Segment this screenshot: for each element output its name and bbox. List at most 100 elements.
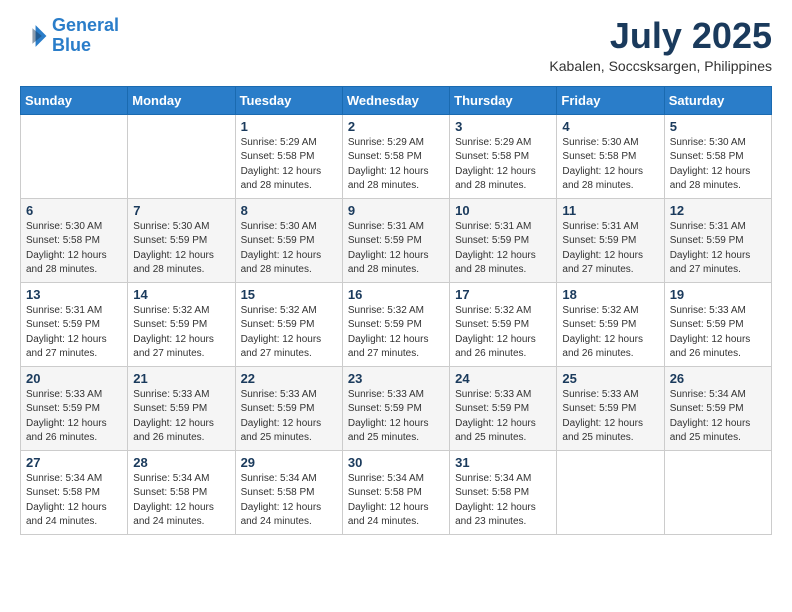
logo-icon <box>20 22 48 50</box>
weekday-header-thursday: Thursday <box>450 86 557 114</box>
calendar-table: SundayMondayTuesdayWednesdayThursdayFrid… <box>20 86 772 535</box>
day-info: Sunrise: 5:30 AMSunset: 5:58 PMDaylight:… <box>562 136 658 194</box>
calendar-cell: 6 Sunrise: 5:30 AMSunset: 5:58 PMDayligh… <box>21 198 128 282</box>
weekday-header-saturday: Saturday <box>664 86 771 114</box>
day-number: 24 <box>455 371 551 386</box>
logo: General Blue <box>20 16 119 56</box>
calendar-cell: 1 Sunrise: 5:29 AMSunset: 5:58 PMDayligh… <box>235 114 342 198</box>
day-info: Sunrise: 5:32 AMSunset: 5:59 PMDaylight:… <box>241 304 337 362</box>
calendar-cell: 21 Sunrise: 5:33 AMSunset: 5:59 PMDaylig… <box>128 366 235 450</box>
day-number: 23 <box>348 371 444 386</box>
day-info: Sunrise: 5:33 AMSunset: 5:59 PMDaylight:… <box>26 388 122 446</box>
day-info: Sunrise: 5:33 AMSunset: 5:59 PMDaylight:… <box>241 388 337 446</box>
day-number: 16 <box>348 287 444 302</box>
calendar-cell: 19 Sunrise: 5:33 AMSunset: 5:59 PMDaylig… <box>664 282 771 366</box>
day-number: 7 <box>133 203 229 218</box>
title-block: July 2025 Kabalen, Soccsksargen, Philipp… <box>549 16 772 74</box>
day-number: 21 <box>133 371 229 386</box>
day-info: Sunrise: 5:29 AMSunset: 5:58 PMDaylight:… <box>348 136 444 194</box>
calendar-cell: 25 Sunrise: 5:33 AMSunset: 5:59 PMDaylig… <box>557 366 664 450</box>
weekday-header-sunday: Sunday <box>21 86 128 114</box>
page-header: General Blue July 2025 Kabalen, Soccsksa… <box>20 16 772 74</box>
calendar-cell: 29 Sunrise: 5:34 AMSunset: 5:58 PMDaylig… <box>235 450 342 534</box>
day-number: 14 <box>133 287 229 302</box>
calendar-cell: 30 Sunrise: 5:34 AMSunset: 5:58 PMDaylig… <box>342 450 449 534</box>
calendar-cell <box>557 450 664 534</box>
location-title: Kabalen, Soccsksargen, Philippines <box>549 58 772 74</box>
calendar-cell: 18 Sunrise: 5:32 AMSunset: 5:59 PMDaylig… <box>557 282 664 366</box>
day-number: 29 <box>241 455 337 470</box>
calendar-cell <box>664 450 771 534</box>
calendar-cell: 27 Sunrise: 5:34 AMSunset: 5:58 PMDaylig… <box>21 450 128 534</box>
day-number: 31 <box>455 455 551 470</box>
day-info: Sunrise: 5:33 AMSunset: 5:59 PMDaylight:… <box>133 388 229 446</box>
calendar-cell: 14 Sunrise: 5:32 AMSunset: 5:59 PMDaylig… <box>128 282 235 366</box>
day-number: 11 <box>562 203 658 218</box>
day-info: Sunrise: 5:34 AMSunset: 5:58 PMDaylight:… <box>133 472 229 530</box>
day-info: Sunrise: 5:30 AMSunset: 5:59 PMDaylight:… <box>133 220 229 278</box>
day-info: Sunrise: 5:33 AMSunset: 5:59 PMDaylight:… <box>670 304 766 362</box>
calendar-cell: 10 Sunrise: 5:31 AMSunset: 5:59 PMDaylig… <box>450 198 557 282</box>
day-number: 22 <box>241 371 337 386</box>
weekday-header-friday: Friday <box>557 86 664 114</box>
day-info: Sunrise: 5:31 AMSunset: 5:59 PMDaylight:… <box>26 304 122 362</box>
day-number: 15 <box>241 287 337 302</box>
week-row-3: 13 Sunrise: 5:31 AMSunset: 5:59 PMDaylig… <box>21 282 772 366</box>
day-info: Sunrise: 5:33 AMSunset: 5:59 PMDaylight:… <box>348 388 444 446</box>
day-number: 3 <box>455 119 551 134</box>
day-info: Sunrise: 5:32 AMSunset: 5:59 PMDaylight:… <box>348 304 444 362</box>
day-number: 18 <box>562 287 658 302</box>
calendar-cell: 24 Sunrise: 5:33 AMSunset: 5:59 PMDaylig… <box>450 366 557 450</box>
day-info: Sunrise: 5:31 AMSunset: 5:59 PMDaylight:… <box>455 220 551 278</box>
day-info: Sunrise: 5:31 AMSunset: 5:59 PMDaylight:… <box>670 220 766 278</box>
calendar-cell: 2 Sunrise: 5:29 AMSunset: 5:58 PMDayligh… <box>342 114 449 198</box>
calendar-cell: 13 Sunrise: 5:31 AMSunset: 5:59 PMDaylig… <box>21 282 128 366</box>
day-info: Sunrise: 5:33 AMSunset: 5:59 PMDaylight:… <box>562 388 658 446</box>
day-info: Sunrise: 5:30 AMSunset: 5:58 PMDaylight:… <box>26 220 122 278</box>
week-row-2: 6 Sunrise: 5:30 AMSunset: 5:58 PMDayligh… <box>21 198 772 282</box>
calendar-cell: 8 Sunrise: 5:30 AMSunset: 5:59 PMDayligh… <box>235 198 342 282</box>
calendar-cell: 16 Sunrise: 5:32 AMSunset: 5:59 PMDaylig… <box>342 282 449 366</box>
week-row-4: 20 Sunrise: 5:33 AMSunset: 5:59 PMDaylig… <box>21 366 772 450</box>
day-info: Sunrise: 5:34 AMSunset: 5:58 PMDaylight:… <box>348 472 444 530</box>
calendar-cell: 23 Sunrise: 5:33 AMSunset: 5:59 PMDaylig… <box>342 366 449 450</box>
day-number: 4 <box>562 119 658 134</box>
day-info: Sunrise: 5:29 AMSunset: 5:58 PMDaylight:… <box>241 136 337 194</box>
day-number: 28 <box>133 455 229 470</box>
calendar-cell: 28 Sunrise: 5:34 AMSunset: 5:58 PMDaylig… <box>128 450 235 534</box>
day-number: 27 <box>26 455 122 470</box>
day-number: 10 <box>455 203 551 218</box>
calendar-cell: 12 Sunrise: 5:31 AMSunset: 5:59 PMDaylig… <box>664 198 771 282</box>
day-number: 30 <box>348 455 444 470</box>
calendar-cell: 15 Sunrise: 5:32 AMSunset: 5:59 PMDaylig… <box>235 282 342 366</box>
week-row-1: 1 Sunrise: 5:29 AMSunset: 5:58 PMDayligh… <box>21 114 772 198</box>
calendar-cell: 9 Sunrise: 5:31 AMSunset: 5:59 PMDayligh… <box>342 198 449 282</box>
day-info: Sunrise: 5:31 AMSunset: 5:59 PMDaylight:… <box>562 220 658 278</box>
day-number: 6 <box>26 203 122 218</box>
day-number: 17 <box>455 287 551 302</box>
weekday-header-row: SundayMondayTuesdayWednesdayThursdayFrid… <box>21 86 772 114</box>
weekday-header-wednesday: Wednesday <box>342 86 449 114</box>
month-title: July 2025 <box>549 16 772 56</box>
week-row-5: 27 Sunrise: 5:34 AMSunset: 5:58 PMDaylig… <box>21 450 772 534</box>
day-info: Sunrise: 5:34 AMSunset: 5:58 PMDaylight:… <box>26 472 122 530</box>
day-number: 26 <box>670 371 766 386</box>
calendar-cell: 11 Sunrise: 5:31 AMSunset: 5:59 PMDaylig… <box>557 198 664 282</box>
day-info: Sunrise: 5:34 AMSunset: 5:58 PMDaylight:… <box>241 472 337 530</box>
day-info: Sunrise: 5:32 AMSunset: 5:59 PMDaylight:… <box>455 304 551 362</box>
calendar-cell: 31 Sunrise: 5:34 AMSunset: 5:58 PMDaylig… <box>450 450 557 534</box>
day-info: Sunrise: 5:32 AMSunset: 5:59 PMDaylight:… <box>133 304 229 362</box>
day-number: 9 <box>348 203 444 218</box>
day-info: Sunrise: 5:33 AMSunset: 5:59 PMDaylight:… <box>455 388 551 446</box>
day-number: 25 <box>562 371 658 386</box>
calendar-cell: 7 Sunrise: 5:30 AMSunset: 5:59 PMDayligh… <box>128 198 235 282</box>
day-number: 13 <box>26 287 122 302</box>
day-info: Sunrise: 5:29 AMSunset: 5:58 PMDaylight:… <box>455 136 551 194</box>
day-number: 1 <box>241 119 337 134</box>
weekday-header-tuesday: Tuesday <box>235 86 342 114</box>
day-number: 19 <box>670 287 766 302</box>
calendar-cell: 3 Sunrise: 5:29 AMSunset: 5:58 PMDayligh… <box>450 114 557 198</box>
day-number: 2 <box>348 119 444 134</box>
day-info: Sunrise: 5:34 AMSunset: 5:58 PMDaylight:… <box>455 472 551 530</box>
calendar-cell <box>21 114 128 198</box>
